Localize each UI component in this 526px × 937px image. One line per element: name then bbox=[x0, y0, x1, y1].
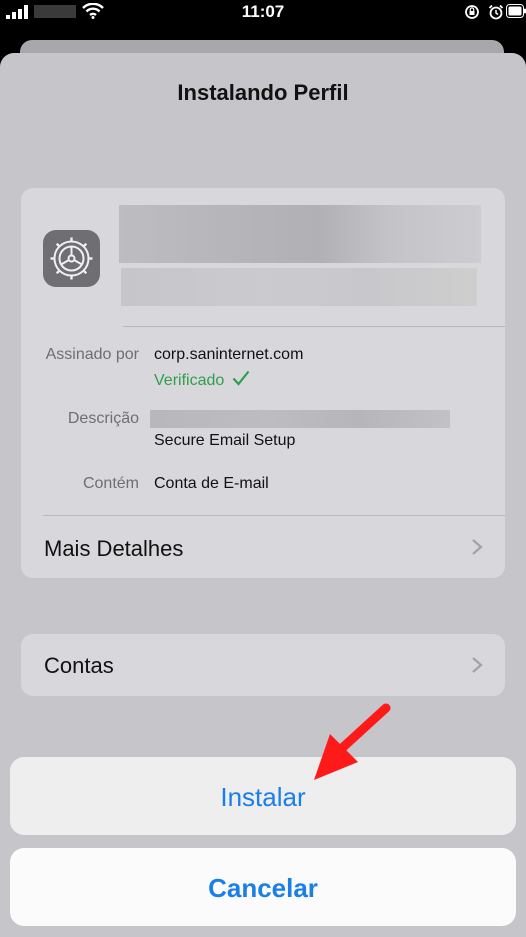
signed-by-value: corp.saninternet.com bbox=[154, 346, 304, 363]
sheet-title: Instalando Perfil bbox=[177, 80, 349, 105]
battery-icon bbox=[506, 4, 526, 18]
chevron-right-icon bbox=[472, 539, 483, 555]
accounts-label: Contas bbox=[44, 653, 114, 678]
status-time: 11:07 bbox=[241, 2, 285, 21]
checkmark-icon bbox=[232, 370, 250, 386]
contains-value: Conta de E-mail bbox=[154, 475, 269, 492]
red-arrow-annotation bbox=[314, 703, 391, 780]
profile-name-redacted bbox=[119, 205, 481, 263]
alarm-icon bbox=[488, 4, 504, 20]
divider bbox=[123, 326, 505, 327]
system-icons bbox=[464, 4, 504, 22]
signed-by-label: Assinado por bbox=[45, 346, 139, 363]
verified-text: Verificado bbox=[154, 372, 225, 389]
contains-label: Contém bbox=[82, 475, 139, 492]
accounts-row[interactable]: Contas bbox=[21, 634, 505, 696]
profile-card: Assinado por corp.saninternet.com Verifi… bbox=[21, 188, 505, 578]
profile-org-redacted bbox=[121, 268, 477, 306]
rotation-lock-icon bbox=[464, 5, 479, 19]
chevron-right-icon bbox=[472, 657, 483, 673]
settings-gear-icon bbox=[43, 230, 100, 287]
description-label: Descrição bbox=[67, 410, 139, 427]
more-details-label: Mais Detalhes bbox=[44, 536, 184, 561]
install-button[interactable]: Instalar bbox=[10, 757, 516, 835]
status-bar: 11:07 bbox=[0, 0, 526, 24]
description-value: Secure Email Setup bbox=[154, 432, 296, 449]
verified-status: Verificado bbox=[154, 370, 250, 390]
more-details-row[interactable]: Mais Detalhes bbox=[21, 516, 505, 578]
description-redacted bbox=[150, 410, 450, 428]
cancel-button[interactable]: Cancelar bbox=[10, 848, 516, 926]
